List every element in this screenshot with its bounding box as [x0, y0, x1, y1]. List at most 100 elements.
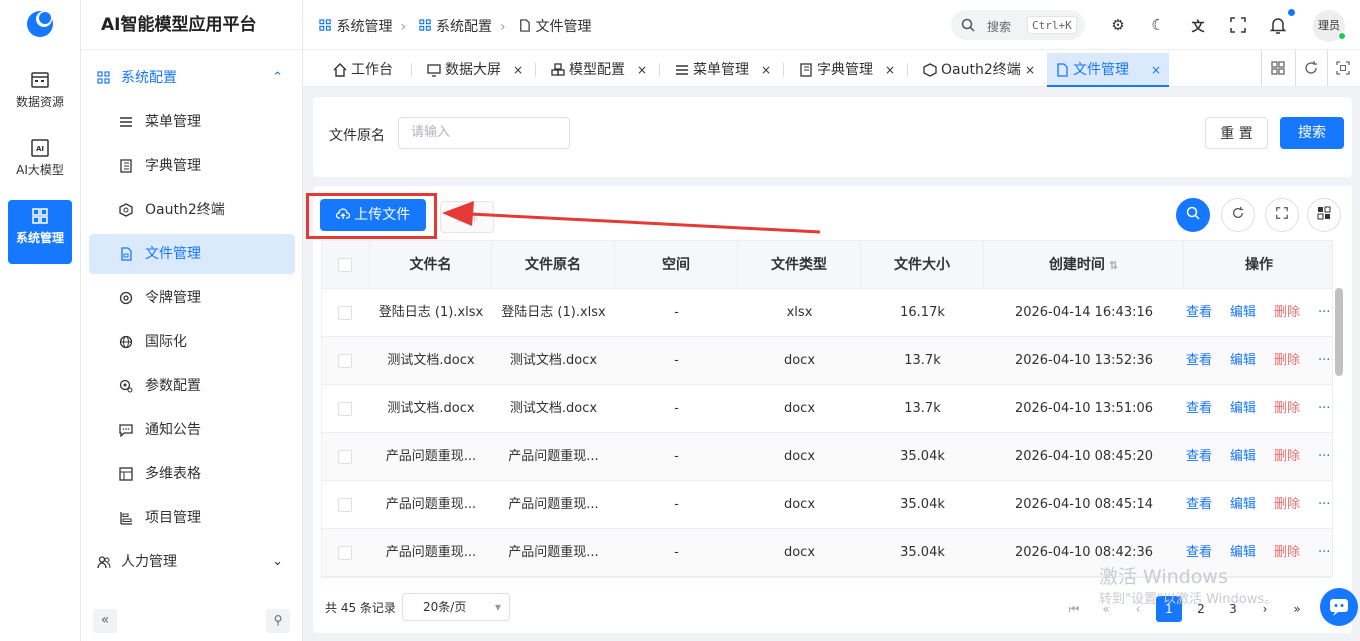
- delete-link[interactable]: 删除: [1274, 385, 1300, 433]
- tab-label: 菜单管理: [693, 62, 749, 78]
- layout-grid-icon[interactable]: [1270, 60, 1286, 76]
- ai-chip-icon: AI: [31, 139, 49, 157]
- more-actions-icon[interactable]: ···: [1318, 481, 1330, 529]
- tab-data-screen[interactable]: 数据大屏 ×: [419, 53, 529, 87]
- delete-link[interactable]: 删除: [1274, 529, 1300, 577]
- collapse-sidebar-button[interactable]: «: [93, 609, 117, 633]
- close-icon[interactable]: ×: [513, 53, 523, 87]
- view-link[interactable]: 查看: [1186, 337, 1212, 385]
- menu-item-project[interactable]: 项目管理: [89, 498, 295, 538]
- close-icon[interactable]: ×: [1151, 53, 1161, 87]
- edit-link[interactable]: 编辑: [1230, 385, 1256, 433]
- cell-orig: 登陆日志 (1).xlsx: [501, 305, 606, 320]
- row-checkbox[interactable]: [338, 498, 352, 512]
- delete-link[interactable]: 删除: [1274, 289, 1300, 337]
- view-link[interactable]: 查看: [1186, 433, 1212, 481]
- rail-item-system-management[interactable]: 系统管理: [8, 200, 72, 264]
- reset-button[interactable]: 重 置: [1205, 117, 1268, 149]
- view-link[interactable]: 查看: [1186, 481, 1212, 529]
- edit-link[interactable]: 编辑: [1230, 481, 1256, 529]
- cell-type: docx: [783, 353, 816, 368]
- tab-menu-management[interactable]: 菜单管理 ×: [667, 53, 777, 87]
- row-checkbox[interactable]: [338, 306, 352, 320]
- tab-dictionary[interactable]: 字典管理 ×: [791, 53, 901, 87]
- global-search[interactable]: 搜索 Ctrl+K: [951, 10, 1085, 40]
- table-row[interactable]: 产品问题重现... 产品问题重现... - docx 35.04k 2026-04-10 …: [322, 481, 1332, 529]
- close-icon[interactable]: ×: [761, 53, 771, 87]
- column-settings-button[interactable]: [1307, 198, 1341, 232]
- menu-item-menu-management[interactable]: 菜单管理: [89, 102, 295, 142]
- avatar[interactable]: 理员: [1313, 10, 1346, 42]
- table-row[interactable]: 登陆日志 (1).xlsx 登陆日志 (1).xlsx - xlsx 16.17k 202…: [322, 289, 1332, 337]
- menu-item-oauth2[interactable]: Oauth2终端: [89, 190, 295, 230]
- view-link[interactable]: 查看: [1186, 289, 1212, 337]
- fullscreen-table-button[interactable]: [1265, 198, 1299, 232]
- table-scrollbar[interactable]: [1335, 288, 1343, 376]
- column-header-sortable[interactable]: 创建时间 ⇅: [984, 241, 1184, 289]
- breadcrumb-item[interactable]: 系统管理: [336, 19, 392, 35]
- chat-assistant-button[interactable]: [1320, 588, 1358, 626]
- edit-link[interactable]: 编辑: [1230, 289, 1256, 337]
- sort-icon[interactable]: ⇅: [1109, 259, 1118, 272]
- bell-icon[interactable]: [1269, 16, 1287, 34]
- menu-item-notice[interactable]: 通知公告: [89, 410, 295, 450]
- row-checkbox[interactable]: [338, 450, 352, 464]
- table-row[interactable]: 产品问题重现... 产品问题重现... - docx 35.04k 2026-04-10 …: [322, 433, 1332, 481]
- more-actions-icon[interactable]: ···: [1318, 433, 1330, 481]
- tab-file-management[interactable]: 文件管理 ×: [1047, 53, 1169, 87]
- delete-link[interactable]: 删除: [1274, 433, 1300, 481]
- close-icon[interactable]: ×: [885, 53, 895, 87]
- table-row[interactable]: 测试文档.docx 测试文档.docx - docx 13.7k 2026-04-10 1…: [322, 337, 1332, 385]
- delete-link[interactable]: 删除: [1274, 337, 1300, 385]
- more-actions-icon[interactable]: ···: [1318, 529, 1330, 577]
- maximize-icon[interactable]: [1335, 60, 1351, 76]
- tab-model-config[interactable]: 模型配置 ×: [543, 53, 653, 87]
- rail-item-ai-model[interactable]: AI AI大模型: [8, 132, 72, 196]
- globe-icon: [119, 335, 133, 349]
- tab-oauth2[interactable]: Oauth2终端 ×: [915, 53, 1041, 87]
- select-all-checkbox[interactable]: [338, 258, 352, 272]
- menu-item-i18n[interactable]: 国际化: [89, 322, 295, 362]
- row-checkbox[interactable]: [338, 546, 352, 560]
- menu-item-params[interactable]: 参数配置: [89, 366, 295, 406]
- menu-group-hr[interactable]: 人力管理 ⌄: [89, 542, 295, 582]
- delete-link[interactable]: 删除: [1274, 481, 1300, 529]
- first-page-icon[interactable]: ⏮: [1061, 596, 1087, 622]
- tab-workbench[interactable]: 工作台: [325, 53, 405, 87]
- refresh-table-button[interactable]: [1221, 198, 1255, 232]
- refresh-icon[interactable]: [1303, 60, 1319, 76]
- message-icon: [119, 424, 133, 437]
- menu-group-system-config[interactable]: 系统配置 ⌃: [89, 58, 295, 98]
- table-row[interactable]: 测试文档.docx 测试文档.docx - docx 13.7k 2026-04-10 1…: [322, 385, 1332, 433]
- more-actions-icon[interactable]: ···: [1318, 289, 1330, 337]
- edit-link[interactable]: 编辑: [1230, 433, 1256, 481]
- breadcrumb-item[interactable]: 系统配置: [436, 19, 492, 35]
- menu-item-multitable[interactable]: 多维表格: [89, 454, 295, 494]
- menu-item-token[interactable]: 令牌管理: [89, 278, 295, 318]
- next-group-icon[interactable]: »: [1284, 596, 1310, 622]
- menu-item-dictionary[interactable]: 字典管理: [89, 146, 295, 186]
- translate-icon[interactable]: 文: [1189, 16, 1207, 35]
- close-icon[interactable]: ×: [637, 53, 647, 87]
- settings-gear-icon[interactable]: ⚙: [1109, 16, 1127, 34]
- dark-mode-moon-icon[interactable]: ☾: [1149, 16, 1167, 34]
- rail-item-data-resources[interactable]: 数据资源: [8, 64, 72, 128]
- filename-input[interactable]: 请输入: [398, 117, 570, 149]
- cell-time: 2026-04-10 13:52:36: [1014, 353, 1154, 368]
- fullscreen-icon[interactable]: [1229, 16, 1247, 34]
- search-button[interactable]: 搜索: [1280, 117, 1344, 149]
- row-checkbox[interactable]: [338, 354, 352, 368]
- more-actions-icon[interactable]: ···: [1318, 385, 1330, 433]
- edit-link[interactable]: 编辑: [1230, 529, 1256, 577]
- close-icon[interactable]: ×: [1025, 53, 1035, 87]
- row-checkbox[interactable]: [338, 402, 352, 416]
- pin-sidebar-button[interactable]: ⚲: [266, 609, 290, 633]
- view-link[interactable]: 查看: [1186, 385, 1212, 433]
- more-actions-icon[interactable]: ···: [1318, 337, 1330, 385]
- expand-icon: [1276, 207, 1288, 219]
- toggle-search-button[interactable]: [1176, 198, 1210, 232]
- menu-item-file-management[interactable]: 文件管理: [89, 234, 295, 274]
- edit-link[interactable]: 编辑: [1230, 337, 1256, 385]
- monitor-icon: [427, 64, 441, 77]
- page-size-select[interactable]: 20条/页 ▾: [402, 593, 510, 621]
